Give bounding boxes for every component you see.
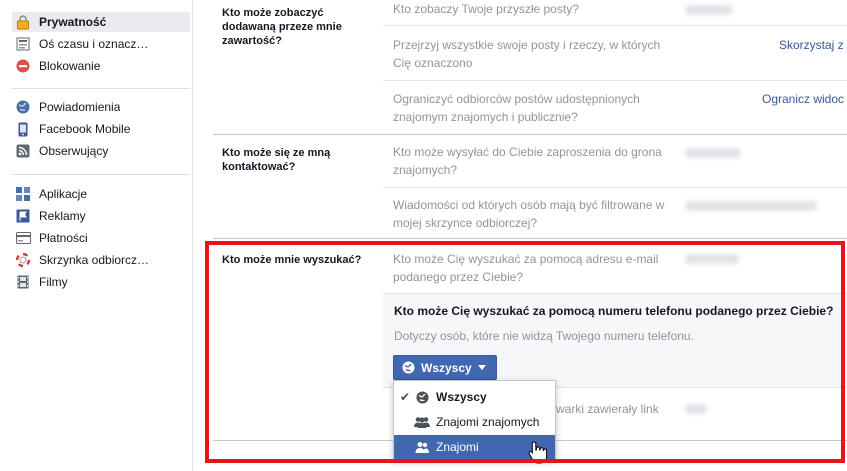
audience-option-label: Znajomi [436, 440, 479, 454]
friends-of-friends-icon [414, 414, 430, 430]
globe-icon [414, 389, 430, 405]
sidebar-divider [12, 88, 190, 89]
ads-flag-icon [15, 208, 31, 224]
sidebar-item-label: Filmy [39, 275, 68, 289]
sidebar-divider [12, 174, 190, 175]
lock-icon [15, 14, 31, 30]
sidebar-item-apps[interactable]: Aplikacje [12, 184, 190, 204]
audience-selector-label: Wszyscy [421, 360, 472, 375]
sidebar-item-label: Skrzynka odbiorcz… [39, 253, 150, 267]
section-divider [213, 238, 847, 239]
setting-limit-past-posts-label: Ograniczyć odbiorców postów udostępniony… [393, 92, 640, 124]
section-question-lookup: Kto może mnie wyszukać? [222, 254, 362, 266]
setting-review-posts-label: Przejrzyj wszystkie swoje posty i rzeczy… [393, 38, 661, 70]
row-divider [383, 187, 847, 188]
setting-email-lookup-label: Kto może Cię wyszukać za pomocą adresu e… [393, 252, 659, 284]
audience-option-label: Wszyscy [436, 390, 487, 404]
sidebar-item-label: Reklamy [39, 209, 86, 223]
setting-search-engine-label: warki zawierały link [556, 402, 659, 416]
globe-notifications-icon [15, 99, 31, 115]
phone-lookup-description: Dotyczy osób, które nie widzą Twojego nu… [394, 329, 694, 343]
setting-value-blurred [685, 254, 739, 264]
sidebar-item-followers[interactable]: Obserwujący [12, 141, 190, 161]
caret-down-icon [477, 365, 486, 370]
sidebar-item-inbox[interactable]: Skrzynka odbiorcz… [12, 250, 190, 270]
timeline-icon [15, 36, 31, 52]
sidebar-item-ads[interactable]: Reklamy [12, 206, 190, 226]
globe-icon [402, 361, 415, 374]
sidebar-item-facebook-mobile[interactable]: Facebook Mobile [12, 119, 190, 139]
sidebar-item-label: Aplikacje [39, 187, 88, 201]
friends-icon [414, 439, 430, 455]
hand-cursor-icon [528, 440, 548, 467]
sidebar-item-label: Oś czasu i oznacz… [39, 37, 149, 51]
sidebar-item-payments[interactable]: Płatności [12, 228, 190, 248]
sidebar-item-privacy[interactable]: Prywatność [12, 12, 190, 32]
rss-icon [15, 143, 31, 159]
row-divider [383, 25, 847, 26]
setting-value-blurred [685, 201, 817, 211]
settings-sidebar: Prywatność Oś czasu i oznacz… Blokowanie… [0, 0, 193, 471]
audience-option-public[interactable]: ✔ Wszyscy [394, 385, 555, 409]
sidebar-item-notifications[interactable]: Powiadomienia [12, 97, 190, 117]
section-question-contact: Kto może się ze mną kontaktować? [222, 147, 331, 173]
sidebar-item-label: Obserwujący [39, 144, 109, 158]
limit-past-posts-link[interactable]: Ogranicz widoc [762, 92, 844, 106]
sidebar-item-videos[interactable]: Filmy [12, 272, 190, 292]
film-icon [15, 274, 31, 290]
sidebar-item-label: Powiadomienia [39, 100, 121, 114]
sidebar-item-label: Blokowanie [39, 59, 101, 73]
setting-future-posts-label: Kto zobaczy Twoje przyszłe posty? [393, 2, 579, 16]
setting-value-blurred [685, 404, 707, 414]
apps-icon [15, 186, 31, 202]
audience-selector-button[interactable]: Wszyscy [393, 355, 497, 380]
phone-lookup-panel: Kto może Cię wyszukać za pomocą numeru t… [383, 293, 847, 388]
setting-value-blurred [685, 5, 733, 15]
audience-option-label: Znajomi znajomych [436, 415, 540, 429]
sidebar-item-label: Facebook Mobile [39, 122, 131, 136]
audience-option-friends-of-friends[interactable]: Znajomi znajomych [394, 410, 555, 434]
sidebar-item-label: Prywatność [39, 15, 107, 29]
setting-message-filter-label: Wiadomości od których osób mają być filt… [393, 198, 665, 230]
checkmark-icon: ✔ [400, 390, 411, 404]
section-question-content: Kto może zobaczyć dodawaną przeze mnie z… [222, 7, 342, 47]
activity-log-link[interactable]: Skorzystaj z [779, 38, 844, 52]
block-icon [15, 58, 31, 74]
setting-value-blurred [685, 148, 741, 158]
phone-lookup-title: Kto może Cię wyszukać za pomocą numeru t… [394, 304, 834, 318]
sidebar-item-label: Płatności [39, 231, 88, 245]
section-divider [213, 134, 847, 135]
sidebar-item-blocking[interactable]: Blokowanie [12, 56, 190, 76]
setting-friend-requests-label: Kto może wysyłać do Ciebie zaproszenia d… [393, 145, 662, 177]
payments-card-icon [15, 230, 31, 246]
row-divider [383, 80, 847, 81]
lifebuoy-icon [15, 252, 31, 268]
mobile-phone-icon [15, 121, 31, 137]
sidebar-item-timeline-tagging[interactable]: Oś czasu i oznacz… [12, 34, 190, 54]
